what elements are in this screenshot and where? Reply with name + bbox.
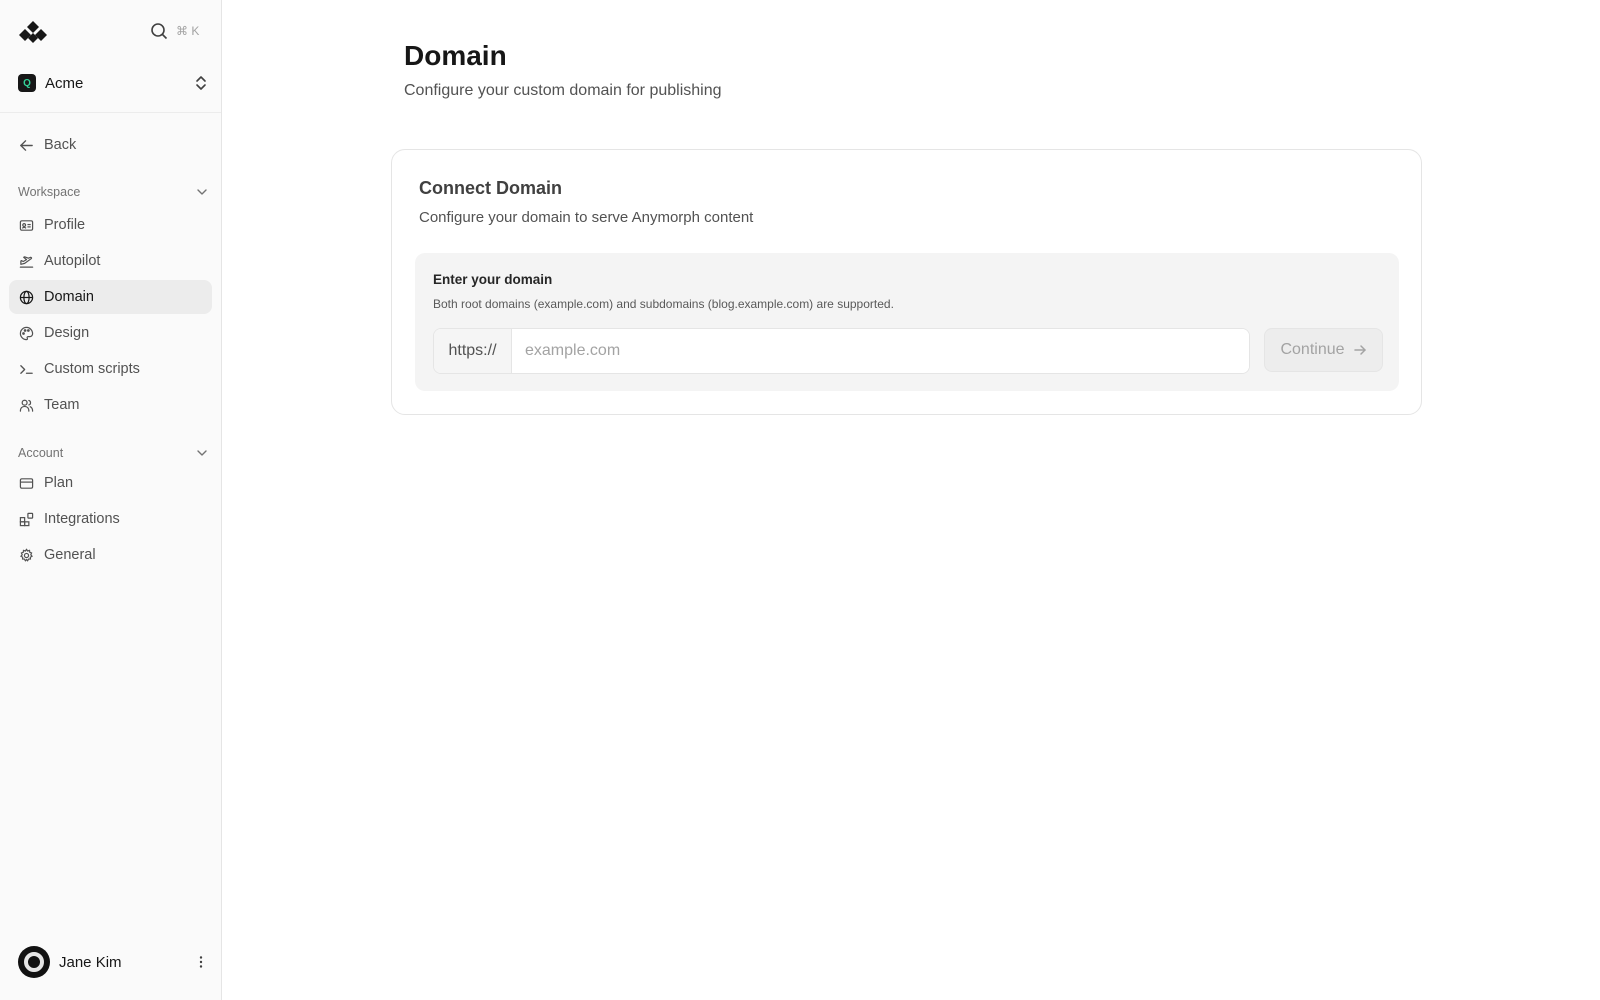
search-icon bbox=[151, 23, 168, 40]
gear-icon bbox=[20, 547, 33, 562]
domain-form-panel: Enter your domain Both root domains (exa… bbox=[415, 253, 1399, 391]
domain-input[interactable] bbox=[512, 329, 1249, 373]
sidebar-header: ⌘ K Q Acme bbox=[0, 0, 221, 113]
globe-icon bbox=[19, 290, 34, 304]
card-title: Connect Domain bbox=[419, 178, 563, 198]
arrow-right-icon bbox=[1353, 345, 1366, 355]
more-vertical-icon[interactable] bbox=[194, 955, 208, 969]
user-name: Jane Kim bbox=[59, 953, 122, 971]
sidebar-item-general[interactable]: General bbox=[9, 538, 212, 572]
app-logo-icon[interactable] bbox=[17, 20, 49, 46]
workspace-badge: Q bbox=[18, 74, 36, 92]
arrow-left-icon bbox=[20, 139, 33, 151]
users-icon bbox=[19, 399, 34, 412]
continue-label: Continue bbox=[1280, 341, 1345, 358]
sidebar-item-label: Integrations bbox=[44, 511, 120, 527]
user-profile[interactable]: Jane Kim bbox=[18, 946, 208, 978]
account-section-toggle[interactable]: Account bbox=[18, 446, 208, 460]
account-section-label: Account bbox=[18, 446, 64, 460]
terminal-icon bbox=[20, 364, 33, 374]
workspace-section-label: Workspace bbox=[18, 185, 81, 199]
search-button[interactable]: ⌘ K bbox=[150, 22, 199, 40]
palette-icon bbox=[19, 326, 34, 340]
domain-input-group: https:// bbox=[433, 328, 1250, 374]
sidebar: ⌘ K Q Acme Back Workspace Profile Autopi… bbox=[0, 0, 222, 1000]
avatar bbox=[18, 946, 50, 978]
blocks-icon bbox=[19, 512, 34, 526]
sidebar-item-label: Domain bbox=[44, 289, 94, 305]
sidebar-item-team[interactable]: Team bbox=[9, 388, 212, 422]
back-label: Back bbox=[44, 137, 77, 153]
sidebar-item-label: Team bbox=[44, 397, 80, 413]
chevron-down-icon bbox=[197, 189, 207, 195]
continue-button[interactable]: Continue bbox=[1264, 328, 1383, 372]
connect-domain-card: Connect Domain Configure your domain to … bbox=[391, 149, 1422, 415]
search-shortcut: ⌘ K bbox=[176, 24, 200, 38]
sidebar-item-plan[interactable]: Plan bbox=[9, 466, 212, 500]
sidebar-item-label: Plan bbox=[44, 475, 74, 491]
chevrons-up-down-icon bbox=[196, 76, 206, 90]
url-prefix: https:// bbox=[434, 329, 512, 373]
card-description: Configure your domain to serve Anymorph … bbox=[419, 209, 754, 226]
sidebar-item-integrations[interactable]: Integrations bbox=[9, 502, 212, 536]
sidebar-item-label: Profile bbox=[44, 217, 86, 233]
chevron-down-icon bbox=[197, 450, 207, 456]
sidebar-item-domain[interactable]: Domain bbox=[9, 280, 212, 314]
workspace-section-toggle[interactable]: Workspace bbox=[18, 185, 208, 199]
domain-field-hint: Both root domains (example.com) and subd… bbox=[433, 297, 894, 311]
id-card-icon bbox=[19, 219, 34, 231]
autopilot-icon bbox=[19, 255, 34, 268]
sidebar-item-label: General bbox=[44, 547, 96, 563]
credit-card-icon bbox=[19, 477, 34, 489]
page-title: Domain bbox=[404, 40, 507, 71]
sidebar-item-label: Autopilot bbox=[44, 253, 101, 269]
sidebar-item-custom-scripts[interactable]: Custom scripts bbox=[9, 352, 212, 386]
page-subtitle: Configure your custom domain for publish… bbox=[404, 82, 722, 99]
workspace-switcher[interactable]: Q Acme bbox=[18, 71, 208, 95]
sidebar-item-label: Design bbox=[44, 325, 90, 341]
sidebar-item-design[interactable]: Design bbox=[9, 316, 212, 350]
sidebar-item-profile[interactable]: Profile bbox=[9, 208, 212, 242]
back-button[interactable]: Back bbox=[9, 128, 212, 162]
domain-field-label: Enter your domain bbox=[433, 272, 553, 287]
workspace-name: Acme bbox=[45, 74, 84, 92]
sidebar-item-autopilot[interactable]: Autopilot bbox=[9, 244, 212, 278]
sidebar-item-label: Custom scripts bbox=[44, 361, 140, 377]
